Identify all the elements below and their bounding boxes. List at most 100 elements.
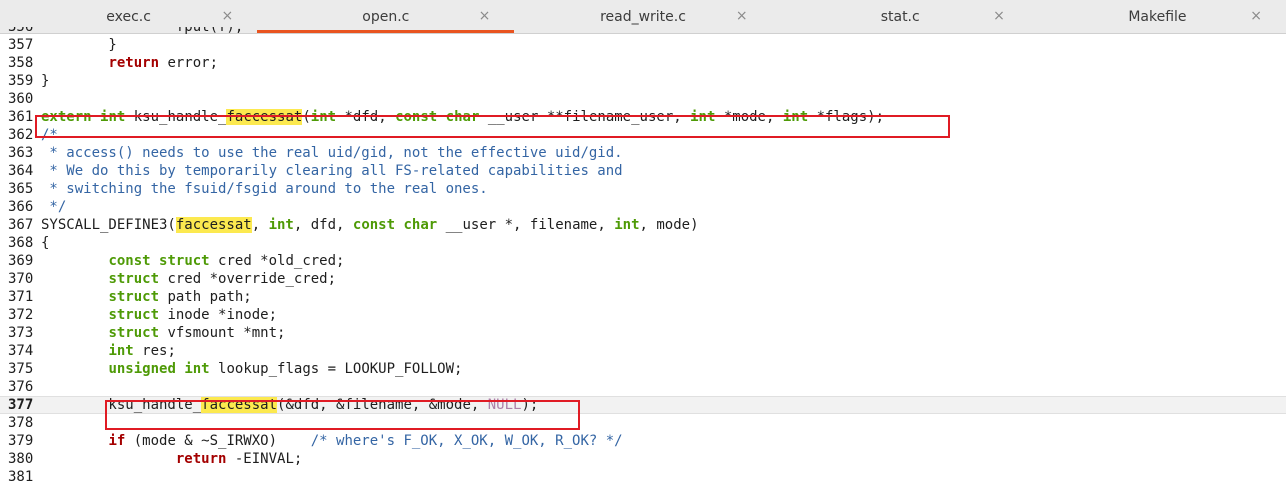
code-line-380[interactable]: 380 return -EINVAL; — [0, 450, 1286, 468]
code-token: SYSCALL_DEFINE3( — [41, 217, 176, 233]
code-line-366[interactable]: 366 */ — [0, 198, 1286, 216]
line-number: 371 — [8, 289, 34, 305]
code-text: * We do this by temporarily clearing all… — [41, 162, 623, 180]
tab-label: read_write.c — [600, 8, 686, 25]
code-line-356[interactable]: 356 fput(f); — [0, 27, 1286, 36]
tab-label: open.c — [362, 8, 410, 25]
code-token: fput(f); — [41, 27, 244, 35]
code-token: int — [268, 217, 294, 233]
code-token: * access() needs to use the real uid/gid… — [41, 145, 623, 161]
code-line-372[interactable]: 372 struct inode *inode; — [0, 306, 1286, 324]
code-token: const — [108, 253, 151, 269]
line-number: 381 — [8, 469, 34, 485]
code-token: , dfd, — [293, 217, 353, 233]
code-text: struct vfsmount *mnt; — [41, 324, 285, 342]
code-token: __user *, filename, — [437, 217, 615, 233]
code-text: * access() needs to use the real uid/gid… — [41, 144, 623, 162]
code-token: res; — [133, 343, 176, 359]
code-line-375[interactable]: 375 unsigned int lookup_flags = LOOKUP_F… — [0, 360, 1286, 378]
code-line-379[interactable]: 379 if (mode & ~S_IRWXO) /* where's F_OK… — [0, 432, 1286, 450]
code-token: int — [108, 343, 134, 359]
code-text: struct path path; — [41, 288, 252, 306]
code-line-365[interactable]: 365 * switching the fsuid/fsgid around t… — [0, 180, 1286, 198]
code-line-381[interactable]: 381 — [0, 468, 1286, 486]
code-token: { — [41, 235, 50, 251]
line-number: 358 — [8, 55, 34, 71]
line-number: 368 — [8, 235, 34, 251]
code-line-367[interactable]: 367 SYSCALL_DEFINE3(faccessat, int, dfd, … — [0, 216, 1286, 234]
code-token: * We do this by temporarily clearing all… — [41, 163, 623, 179]
code-token: struct — [108, 307, 160, 323]
code-token: (mode & ~S_IRWXO) — [125, 433, 311, 449]
code-token: struct — [108, 325, 160, 341]
line-number: 363 — [8, 145, 34, 161]
code-token: cred *override_cred; — [159, 271, 337, 287]
code-token: lookup_flags = LOOKUP_FOLLOW; — [209, 361, 463, 377]
code-line-371[interactable]: 371 struct path path; — [0, 288, 1286, 306]
code-text: fput(f); — [41, 27, 243, 36]
code-line-357[interactable]: 357 } — [0, 36, 1286, 54]
code-line-376[interactable]: 376 — [0, 378, 1286, 396]
code-line-364[interactable]: 364 * We do this by temporarily clearing… — [0, 162, 1286, 180]
code-text: } — [41, 72, 49, 90]
close-icon[interactable]: × — [1250, 8, 1262, 24]
line-number: 370 — [8, 271, 34, 287]
close-icon[interactable]: × — [221, 8, 233, 24]
code-text: unsigned int lookup_flags = LOOKUP_FOLLO… — [41, 360, 462, 378]
code-line-363[interactable]: 363 * access() needs to use the real uid… — [0, 144, 1286, 162]
line-number: 380 — [8, 451, 34, 467]
line-number: 360 — [8, 91, 34, 107]
line-number: 365 — [8, 181, 34, 197]
close-icon[interactable]: × — [479, 8, 491, 24]
code-text: struct cred *override_cred; — [41, 270, 336, 288]
code-text: struct inode *inode; — [41, 306, 277, 324]
line-number: 373 — [8, 325, 34, 341]
close-icon[interactable]: × — [736, 8, 748, 24]
code-token: } — [41, 73, 50, 89]
tab-label: stat.c — [880, 8, 920, 25]
code-token: , mode) — [639, 217, 699, 233]
line-number: 361 — [8, 109, 34, 125]
code-line-360[interactable]: 360 — [0, 90, 1286, 108]
line-number: 379 — [8, 433, 34, 449]
code-token: if — [108, 433, 126, 449]
code-line-370[interactable]: 370 struct cred *override_cred; — [0, 270, 1286, 288]
code-text: return -EINVAL; — [41, 450, 302, 468]
code-token: vfsmount *mnt; — [159, 325, 286, 341]
code-token: } — [41, 37, 117, 53]
code-text: } — [41, 36, 117, 54]
code-token: */ — [41, 199, 67, 215]
code-line-374[interactable]: 374 int res; — [0, 342, 1286, 360]
line-number: 364 — [8, 163, 34, 179]
line-number: 367 — [8, 217, 34, 233]
close-icon[interactable]: × — [993, 8, 1005, 24]
code-token: , — [251, 217, 269, 233]
code-text: SYSCALL_DEFINE3(faccessat, int, dfd, con… — [41, 216, 699, 234]
code-token: struct — [108, 271, 160, 287]
line-number: 378 — [8, 415, 34, 431]
code-text: * switching the fsuid/fsgid around to th… — [41, 180, 487, 198]
code-line-373[interactable]: 373 struct vfsmount *mnt; — [0, 324, 1286, 342]
line-number: 372 — [8, 307, 34, 323]
code-line-368[interactable]: 368 { — [0, 234, 1286, 252]
code-line-358[interactable]: 358 return error; — [0, 54, 1286, 72]
code-line-359[interactable]: 359} — [0, 72, 1286, 90]
code-token: return — [108, 55, 160, 71]
code-token: path path; — [159, 289, 252, 305]
code-line-369[interactable]: 369 const struct cred *old_cred; — [0, 252, 1286, 270]
code-token: cred *old_cred; — [209, 253, 345, 269]
code-text: const struct cred *old_cred; — [41, 252, 344, 270]
code-text: int res; — [41, 342, 176, 360]
code-token: /* where's F_OK, X_OK, W_OK, R_OK? */ — [310, 433, 623, 449]
line-number: 359 — [8, 73, 34, 89]
code-token: char — [403, 217, 438, 233]
code-token: int — [184, 361, 210, 377]
